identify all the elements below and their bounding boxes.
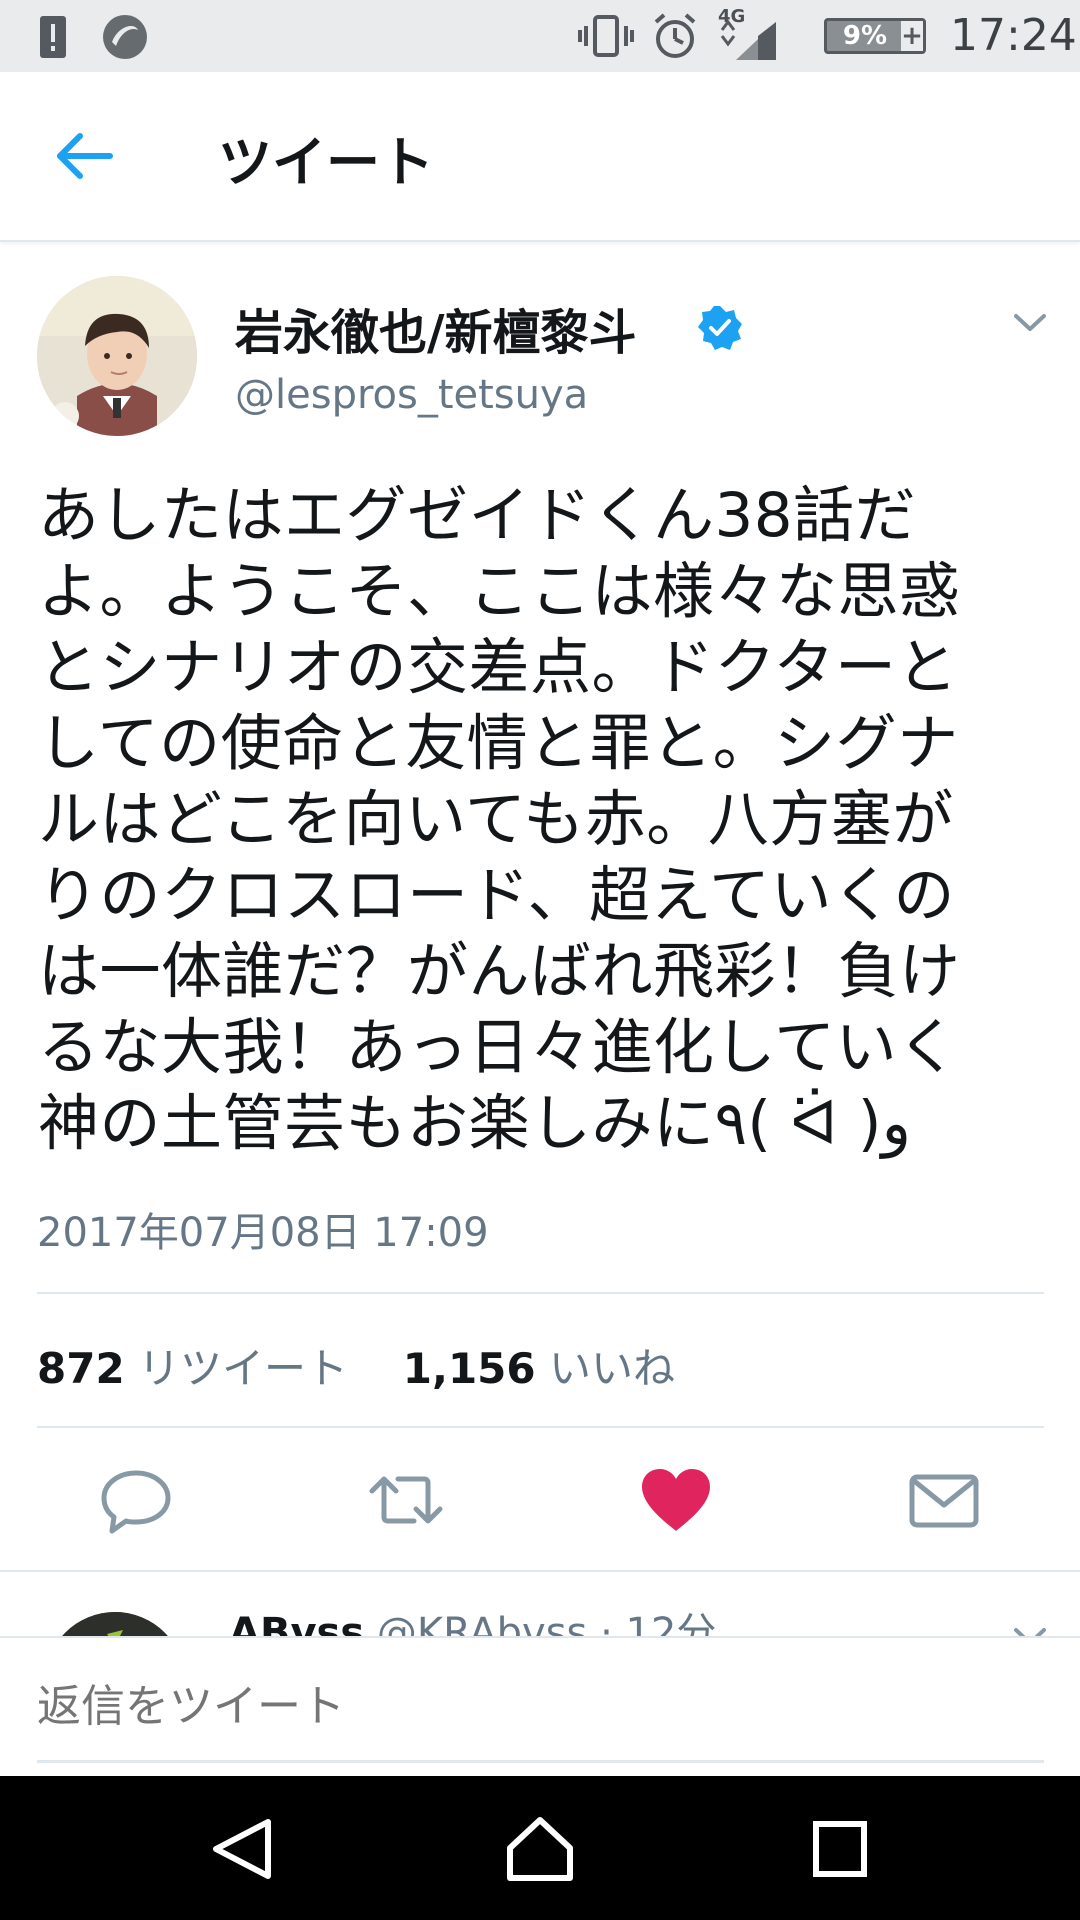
reply-header: ABvss @KRAbvss · 12分 [229, 1600, 716, 1638]
retweet-count: 872 [37, 1344, 125, 1393]
retweet-label: リツイート [138, 1344, 349, 1393]
envelope-icon [909, 1474, 979, 1528]
input-underline [37, 1760, 1044, 1763]
reply-author-name[interactable]: ABvss [229, 1610, 364, 1638]
square-recents-icon [813, 1821, 867, 1877]
tweet-text-line: は一体誰だ？がんばれ飛彩！負け [38, 936, 961, 1007]
divider [37, 1292, 1044, 1294]
like-count: 1,156 [402, 1344, 536, 1393]
avatar-photo [37, 276, 197, 436]
reply-time: · 12分 [600, 1610, 717, 1638]
home-icon [507, 1817, 573, 1881]
chevron-down-icon[interactable] [1010, 1616, 1050, 1638]
alarm-icon [654, 13, 696, 58]
author-handle[interactable]: @lespros_tetsuya [235, 372, 588, 418]
status-bar: 4G 9% + 17:24 [0, 0, 1080, 72]
reply-button[interactable] [96, 1465, 176, 1535]
charging-icon: + [901, 21, 923, 51]
tweet-text-line: ルはどこを向いても赤。八方塞が [38, 784, 954, 855]
arrow-left-icon [57, 133, 113, 179]
reply-composer [0, 1636, 1080, 1778]
retweet-stat[interactable]: 872 リツイート [37, 1344, 361, 1393]
nav-home-button[interactable] [500, 1814, 580, 1884]
retweet-button[interactable] [366, 1465, 446, 1535]
tweet-text-line: あしたはエグゼイドくん38話だ [38, 480, 917, 551]
battery-level: 9% [842, 21, 888, 51]
app-header: ツイート [0, 72, 1080, 242]
reply-input[interactable] [37, 1678, 1044, 1734]
clock: 17:24 [950, 10, 1077, 61]
heart-filled-icon [642, 1469, 710, 1531]
reply-icon [101, 1470, 171, 1534]
like-button[interactable] [636, 1465, 716, 1535]
reply-avatar-image [60, 1612, 170, 1638]
reply-author-handle[interactable]: @KRAbvss [377, 1610, 588, 1638]
tweet-text: あしたはエグゼイドくん38話だ よ。ようこそ、ここは様々な思惑 とシナリオの交差… [38, 478, 1048, 1162]
triangle-back-icon [213, 1819, 271, 1879]
reply-preview[interactable]: ABvss @KRAbvss · 12分 [0, 1572, 1080, 1638]
nav-back-button[interactable] [202, 1814, 282, 1884]
divider [37, 1426, 1044, 1428]
reply-avatar[interactable] [45, 1612, 185, 1638]
engagement-stats: 872 リツイート 1,156 いいね [37, 1335, 675, 1396]
chevron-down-icon[interactable] [1010, 302, 1050, 342]
signal-icon [720, 20, 776, 60]
direct-message-button[interactable] [904, 1465, 984, 1535]
tweet-text-line: とシナリオの交差点。ドクターと [38, 632, 959, 703]
battery-indicator: 9% + [824, 18, 926, 54]
tweet-timestamp: 2017年07月08日 17:09 [37, 1210, 489, 1256]
retweet-icon [369, 1476, 443, 1524]
tweet-text-line: るな大我！あっ日々進化していく [38, 1012, 959, 1083]
tweet-text-line: りのクロスロード、超えていくの [38, 860, 956, 931]
verified-badge-icon [698, 306, 742, 350]
tweet-text-line: よ。ようこそ、ここは様々な思惑 [38, 556, 961, 627]
like-stat[interactable]: 1,156 いいね [403, 1344, 675, 1393]
page-title: ツイート [218, 131, 434, 194]
system-navigation-bar [0, 1776, 1080, 1920]
nav-recents-button[interactable] [800, 1814, 880, 1884]
vibrate-icon [578, 15, 634, 57]
tweet-text-line: 神の土管芸もお楽しみに٩( ᐛ )و [38, 1088, 912, 1159]
author-name[interactable]: 岩永徹也/新檀黎斗 [235, 293, 637, 363]
app-logo-icon [103, 15, 147, 59]
back-button[interactable] [48, 124, 128, 188]
like-label: いいね [548, 1344, 675, 1393]
tweet-text-line: しての使命と友情と罪と。シグナ [38, 708, 959, 779]
alert-icon [40, 16, 66, 58]
author-avatar[interactable] [37, 276, 197, 436]
